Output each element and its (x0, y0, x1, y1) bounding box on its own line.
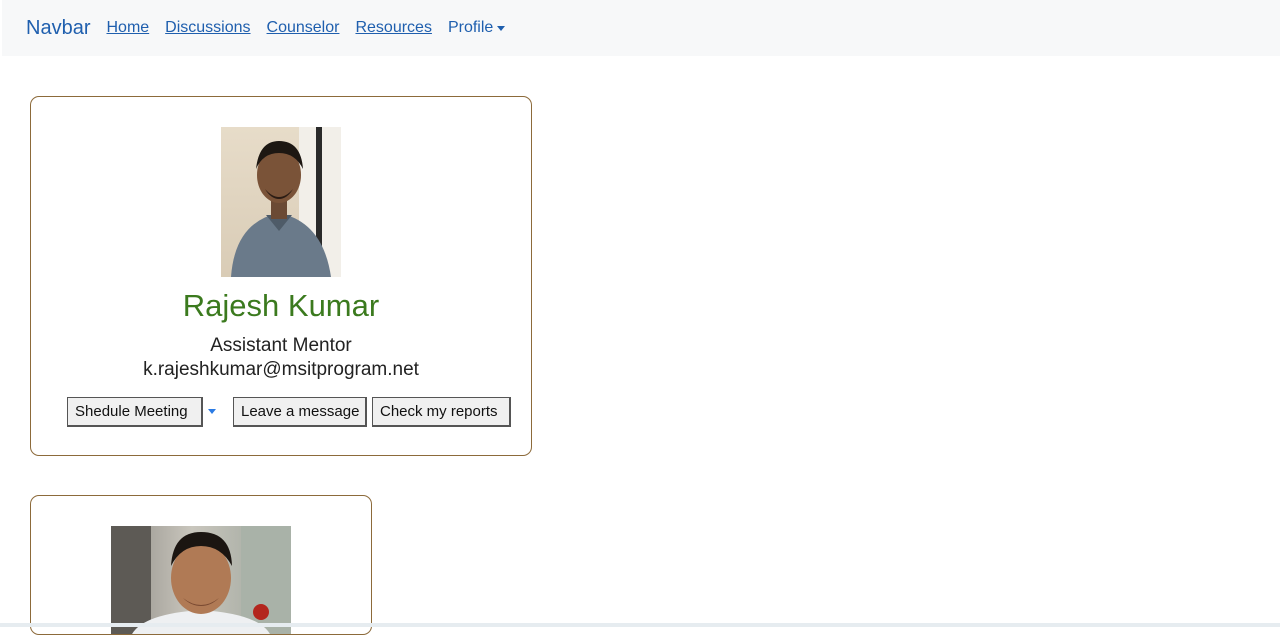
mentor-role: Assistant Mentor (210, 335, 352, 356)
horizontal-scrollbar[interactable] (0, 623, 1280, 627)
check-reports-button[interactable]: Check my reports (372, 397, 511, 427)
chevron-down-icon[interactable] (208, 409, 216, 414)
nav-link-discussions[interactable]: Discussions (165, 19, 250, 37)
nav-link-home[interactable]: Home (106, 19, 149, 37)
avatar (231, 127, 341, 277)
navbar-brand[interactable]: Navbar (26, 17, 90, 40)
mentor-card (30, 495, 372, 635)
leave-message-button[interactable]: Leave a message (233, 397, 367, 427)
mentor-card: Rajesh Kumar Assistant Mentor k.rajeshku… (30, 96, 532, 456)
mentor-photo (221, 127, 341, 277)
avatar (111, 526, 291, 634)
chevron-down-icon (497, 25, 506, 31)
profile-dropdown[interactable]: Profile (447, 19, 506, 37)
nav-link-resources[interactable]: Resources (355, 19, 431, 37)
schedule-meeting-button[interactable]: Shedule Meeting (67, 397, 203, 427)
profile-label: Profile (447, 19, 494, 36)
mentor-name: Rajesh Kumar (182, 288, 380, 323)
top-navbar: Navbar Home Discussions Counselor Resour… (2, 0, 1280, 56)
mentor-photo (111, 526, 291, 634)
mentor-email: k.rajeshkumar@msitprogram.net (143, 359, 419, 380)
nav-link-counselor[interactable]: Counselor (267, 19, 340, 37)
